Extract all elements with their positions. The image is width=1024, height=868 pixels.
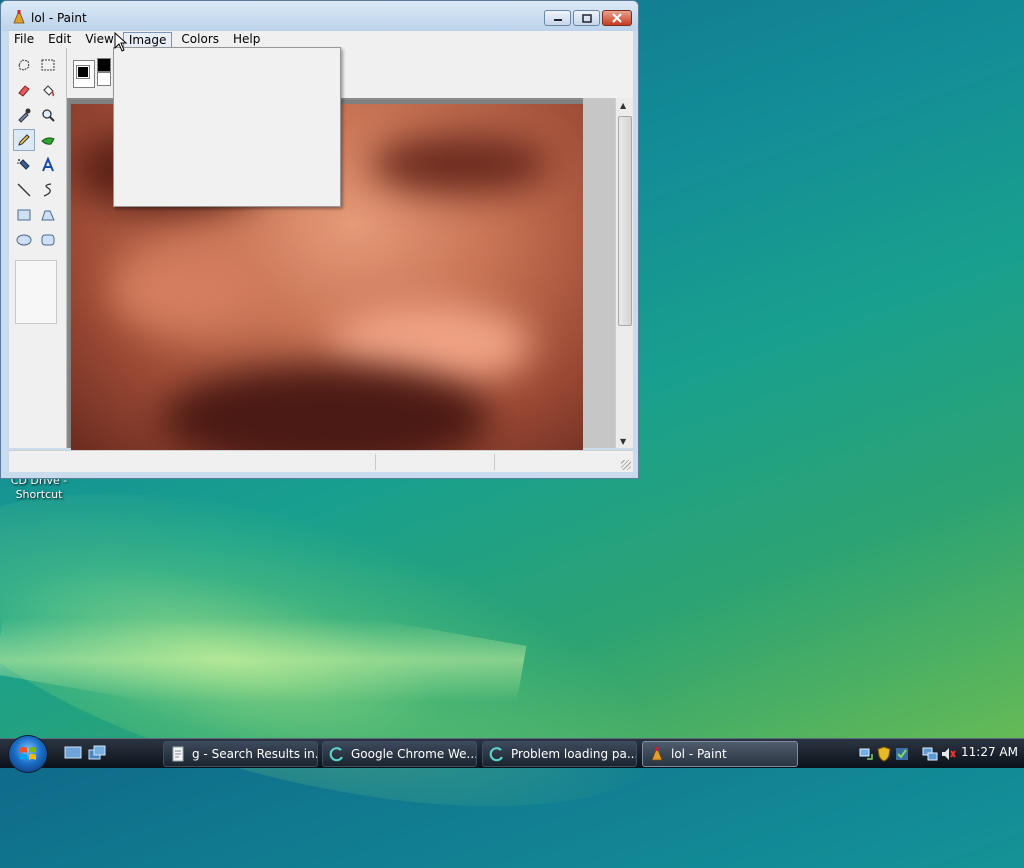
task-label: Problem loading pa...: [511, 747, 637, 761]
brush-tool[interactable]: [37, 129, 59, 151]
status-bar: [9, 450, 633, 472]
task-search-results[interactable]: g - Search Results in...: [163, 741, 318, 767]
menu-file[interactable]: File: [9, 32, 39, 48]
minimize-icon: [553, 19, 562, 21]
vertical-scrollbar[interactable]: ▲ ▼: [615, 98, 633, 448]
pencil-tool[interactable]: [13, 129, 35, 151]
menu-edit[interactable]: Edit: [43, 32, 76, 48]
maximize-button[interactable]: [573, 10, 600, 26]
volume-muted-icon[interactable]: [940, 746, 956, 762]
canvas-cheek: [111, 244, 261, 334]
rectangle-tool[interactable]: [13, 204, 35, 226]
network-icon[interactable]: [922, 746, 938, 762]
rounded-rectangle-tool[interactable]: [37, 229, 59, 251]
current-colors[interactable]: [67, 58, 111, 90]
task-google-chrome[interactable]: Google Chrome We...: [322, 741, 477, 767]
rectangle-select-icon: [41, 59, 55, 71]
text-tool[interactable]: [37, 154, 59, 176]
airbrush-icon: [17, 159, 30, 170]
polygon-icon: [41, 210, 55, 221]
taskbar-clock[interactable]: 11:27 AM: [961, 745, 1018, 759]
mouse-cursor-icon: [114, 32, 128, 52]
ellipse-tool[interactable]: [13, 229, 35, 251]
pencil-icon: [18, 134, 30, 146]
toolbox: [9, 48, 67, 448]
menu-bar: File Edit View Image Colors Help: [9, 31, 633, 48]
scroll-up-icon[interactable]: ▲: [620, 101, 626, 110]
magnifier-tool[interactable]: [37, 104, 59, 126]
rectangle-select-tool[interactable]: [37, 54, 59, 76]
paint-app-icon: [13, 10, 25, 24]
close-button[interactable]: [602, 10, 632, 26]
color-picker-tool[interactable]: [13, 104, 35, 126]
canvas-eye-shadow: [371, 134, 551, 194]
show-desktop-icon: [64, 746, 82, 759]
title-bar[interactable]: lol - Paint: [1, 1, 638, 31]
start-button[interactable]: [8, 735, 48, 773]
airbrush-tool[interactable]: [13, 154, 35, 176]
fill-tool[interactable]: [37, 79, 59, 101]
close-icon: [612, 13, 622, 23]
status-divider: [494, 454, 495, 470]
resize-grip-icon[interactable]: [621, 460, 631, 470]
menu-colors[interactable]: Colors: [176, 32, 224, 48]
paint-bucket-icon: [43, 85, 55, 97]
free-form-select-icon: [18, 59, 30, 71]
text-a-icon: [42, 157, 54, 172]
maximize-icon: [581, 13, 592, 23]
tool-options-panel[interactable]: [15, 260, 57, 324]
network-sync-icon[interactable]: [858, 746, 874, 762]
minimize-button[interactable]: [544, 10, 571, 26]
security-shield-icon[interactable]: [876, 746, 892, 762]
task-paint[interactable]: lol - Paint: [642, 741, 798, 767]
rounded-rectangle-icon: [41, 234, 55, 246]
taskbar: g - Search Results in... Google Chrome W…: [0, 735, 1024, 773]
document-icon: [172, 746, 184, 762]
eraser-tool[interactable]: [13, 79, 35, 101]
eyedropper-icon: [18, 108, 31, 123]
checkmark-status-icon[interactable]: [894, 746, 910, 762]
primary-color-swatch[interactable]: [76, 65, 90, 79]
task-label: Google Chrome We...: [351, 747, 477, 761]
chrome-loading-icon: [489, 747, 503, 762]
canvas-gutter: [583, 98, 615, 448]
palette-swatch-white[interactable]: [97, 72, 111, 86]
menu-help[interactable]: Help: [228, 32, 265, 48]
show-desktop-button[interactable]: [64, 745, 82, 761]
task-label: g - Search Results in...: [192, 747, 318, 761]
switch-windows-button[interactable]: [88, 745, 106, 761]
switch-windows-icon: [88, 745, 106, 760]
menu-image[interactable]: Image: [122, 31, 173, 48]
window-title: lol - Paint: [31, 11, 87, 25]
brush-icon: [41, 137, 55, 145]
status-divider: [375, 454, 376, 470]
ellipse-icon: [16, 234, 32, 246]
eraser-icon: [18, 85, 30, 97]
chrome-loading-icon: [329, 747, 343, 762]
line-tool[interactable]: [13, 179, 35, 201]
scroll-thumb[interactable]: [618, 116, 632, 326]
paint-icon: [651, 747, 663, 761]
line-icon: [17, 183, 31, 197]
polygon-tool[interactable]: [37, 204, 59, 226]
free-form-select-tool[interactable]: [13, 54, 35, 76]
palette-swatch-black[interactable]: [97, 58, 111, 72]
magnifier-icon: [42, 109, 55, 122]
curve-icon: [43, 183, 52, 197]
scroll-down-icon[interactable]: ▼: [620, 437, 626, 446]
windows-logo-icon: [20, 747, 36, 760]
rectangle-icon: [17, 209, 31, 221]
curve-tool[interactable]: [37, 179, 59, 201]
task-label: lol - Paint: [671, 747, 727, 761]
image-menu-dropdown[interactable]: [113, 47, 341, 207]
task-problem-loading[interactable]: Problem loading pa...: [482, 741, 637, 767]
